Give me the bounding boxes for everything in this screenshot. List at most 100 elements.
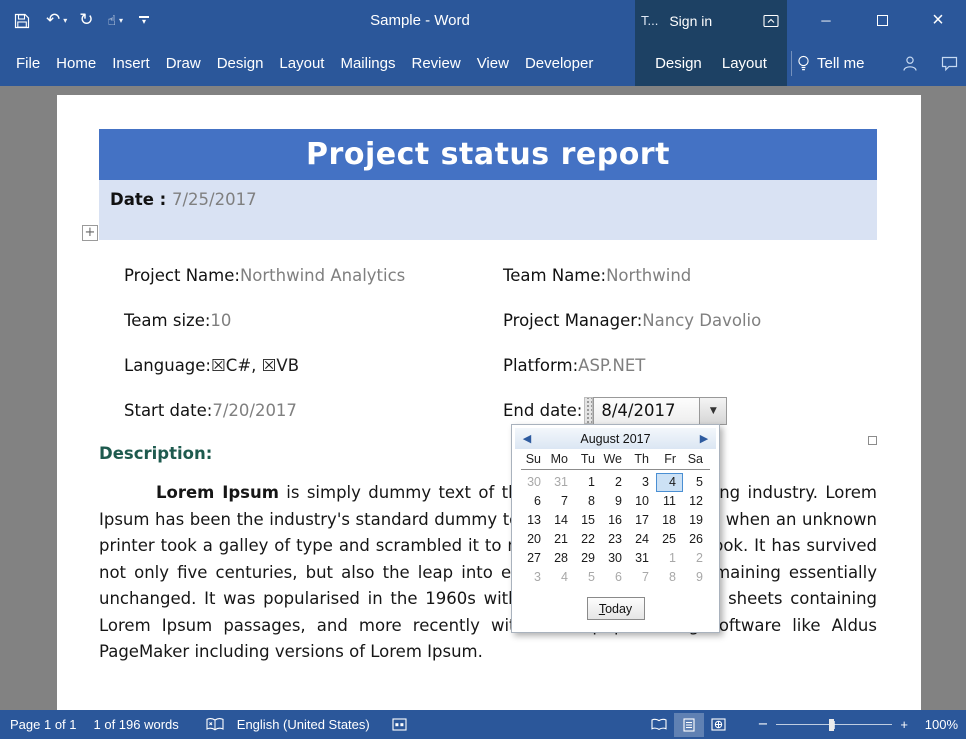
calendar-day[interactable]: 18 xyxy=(656,511,683,530)
touch-mouse-mode-button[interactable]: ☝ ▾ xyxy=(108,14,124,28)
calendar-day[interactable]: 22 xyxy=(575,530,602,549)
ribbon-display-options-button[interactable] xyxy=(763,14,779,28)
web-layout-button[interactable] xyxy=(704,713,734,737)
tab-design[interactable]: Design xyxy=(210,55,271,72)
zoom-level[interactable]: 100% xyxy=(920,717,958,732)
team-name-value[interactable]: Northwind xyxy=(606,264,691,288)
calendar-day[interactable]: 3 xyxy=(629,473,656,492)
end-date-dropdown-button[interactable]: ▼ xyxy=(699,397,727,425)
tab-draw[interactable]: Draw xyxy=(159,55,208,72)
end-date-value[interactable]: 8/4/2017 xyxy=(593,397,699,425)
calendar-day[interactable]: 6 xyxy=(521,492,548,511)
calendar-day[interactable]: 28 xyxy=(548,549,575,568)
calendar-day[interactable]: 5 xyxy=(683,473,710,492)
tab-review[interactable]: Review xyxy=(405,55,468,72)
calendar-day[interactable]: 21 xyxy=(548,530,575,549)
calendar-day[interactable]: 7 xyxy=(548,492,575,511)
language-status[interactable]: English (United States) xyxy=(237,717,370,732)
read-mode-button[interactable] xyxy=(644,713,674,737)
calendar-day[interactable]: 29 xyxy=(575,549,602,568)
zoom-slider-thumb[interactable] xyxy=(829,719,834,731)
start-date-value[interactable]: 7/20/2017 xyxy=(212,399,297,423)
undo-dropdown-icon[interactable]: ▾ xyxy=(63,16,67,25)
tab-home[interactable]: Home xyxy=(49,55,103,72)
calendar-day[interactable]: 7 xyxy=(629,568,656,587)
proofing-book-icon xyxy=(206,717,224,732)
table-resize-handle[interactable] xyxy=(868,436,877,445)
calendar-day[interactable]: 19 xyxy=(683,511,710,530)
tab-layout[interactable]: Layout xyxy=(272,55,331,72)
comments-button[interactable] xyxy=(941,56,958,72)
word-count[interactable]: 1 of 196 words xyxy=(94,717,179,732)
maximize-button[interactable] xyxy=(854,0,910,41)
calendar-month-label[interactable]: August 2017 xyxy=(539,432,692,446)
print-layout-button[interactable] xyxy=(674,713,704,737)
tab-file[interactable]: File xyxy=(9,55,47,72)
tell-me-button[interactable]: Tell me xyxy=(797,41,865,86)
minimize-button[interactable]: ─ xyxy=(798,0,854,41)
calendar-day[interactable]: 8 xyxy=(656,568,683,587)
content-control-handle[interactable] xyxy=(584,397,593,424)
sign-in-button[interactable]: Sign in xyxy=(669,13,712,29)
undo-button[interactable]: ↶ ▾ xyxy=(46,12,67,29)
calendar-day[interactable]: 23 xyxy=(602,530,629,549)
tab-mailings[interactable]: Mailings xyxy=(333,55,402,72)
calendar-day[interactable]: 14 xyxy=(548,511,575,530)
save-icon[interactable] xyxy=(14,13,30,29)
calendar-day[interactable]: 12 xyxy=(683,492,710,511)
calendar-day[interactable]: 6 xyxy=(602,568,629,587)
calendar-day[interactable]: 15 xyxy=(575,511,602,530)
touch-mode-dropdown-icon[interactable]: ▾ xyxy=(119,16,123,25)
calendar-day[interactable]: 1 xyxy=(656,549,683,568)
calendar-day[interactable]: 9 xyxy=(602,492,629,511)
tab-view[interactable]: View xyxy=(470,55,516,72)
team-size-value[interactable]: 10 xyxy=(210,309,231,333)
calendar-day[interactable]: 4 xyxy=(656,473,683,492)
calendar-prev-button[interactable]: ◀ xyxy=(515,432,539,445)
calendar-day[interactable]: 9 xyxy=(683,568,710,587)
calendar-day[interactable]: 31 xyxy=(548,473,575,492)
calendar-day[interactable]: 27 xyxy=(521,549,548,568)
calendar-day[interactable]: 16 xyxy=(602,511,629,530)
date-value[interactable]: 7/25/2017 xyxy=(172,190,257,209)
calendar-day[interactable]: 24 xyxy=(629,530,656,549)
tab-developer[interactable]: Developer xyxy=(518,55,600,72)
project-manager-value[interactable]: Nancy Davolio xyxy=(642,309,761,333)
contextual-tab-layout[interactable]: Layout xyxy=(722,55,767,72)
calendar-day[interactable]: 11 xyxy=(656,492,683,511)
calendar-day[interactable]: 1 xyxy=(575,473,602,492)
calendar-day[interactable]: 8 xyxy=(575,492,602,511)
close-button[interactable]: × xyxy=(910,0,966,41)
language-checkboxes[interactable]: ☒C#, ☒VB xyxy=(211,354,299,378)
today-button[interactable]: Today xyxy=(587,597,645,620)
contextual-tab-design[interactable]: Design xyxy=(655,55,702,72)
zoom-slider[interactable] xyxy=(776,713,892,737)
share-person-button[interactable] xyxy=(901,55,919,72)
calendar-day[interactable]: 25 xyxy=(656,530,683,549)
redo-button[interactable]: ↻ xyxy=(79,12,93,29)
customize-qat-button[interactable]: ▾ xyxy=(139,16,149,25)
platform-value[interactable]: ASP.NET xyxy=(578,354,645,378)
calendar-day[interactable]: 17 xyxy=(629,511,656,530)
project-name-value[interactable]: Northwind Analytics xyxy=(240,264,405,288)
calendar-day[interactable]: 31 xyxy=(629,549,656,568)
calendar-day[interactable]: 2 xyxy=(683,549,710,568)
table-move-handle[interactable]: + xyxy=(82,225,98,241)
zoom-in-button[interactable]: + xyxy=(900,717,908,732)
macro-record-button[interactable] xyxy=(392,718,407,731)
calendar-day[interactable]: 30 xyxy=(602,549,629,568)
calendar-day[interactable]: 5 xyxy=(575,568,602,587)
calendar-day[interactable]: 30 xyxy=(521,473,548,492)
calendar-day[interactable]: 20 xyxy=(521,530,548,549)
tab-insert[interactable]: Insert xyxy=(105,55,157,72)
calendar-day[interactable]: 2 xyxy=(602,473,629,492)
zoom-out-button[interactable]: − xyxy=(758,717,769,732)
calendar-day[interactable]: 10 xyxy=(629,492,656,511)
calendar-day[interactable]: 4 xyxy=(548,568,575,587)
calendar-day[interactable]: 3 xyxy=(521,568,548,587)
proofing-status-button[interactable] xyxy=(206,717,224,732)
page-indicator[interactable]: Page 1 of 1 xyxy=(10,717,77,732)
calendar-next-button[interactable]: ▶ xyxy=(692,432,716,445)
calendar-day[interactable]: 13 xyxy=(521,511,548,530)
calendar-day[interactable]: 26 xyxy=(683,530,710,549)
